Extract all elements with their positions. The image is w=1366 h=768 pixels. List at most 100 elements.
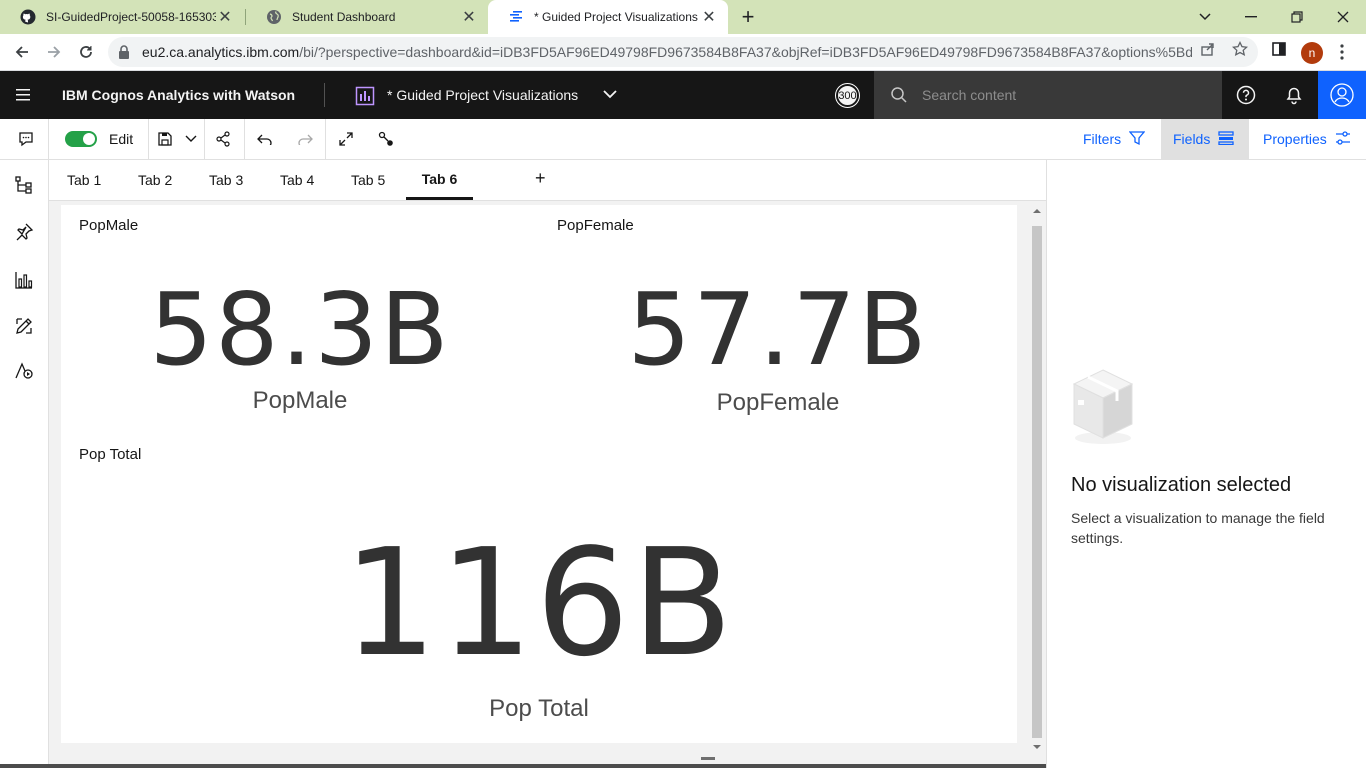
header-divider bbox=[324, 83, 325, 107]
url-field[interactable]: eu2.ca.analytics.ibm.com/bi/?perspective… bbox=[108, 37, 1258, 67]
reload-icon[interactable] bbox=[72, 38, 100, 66]
properties-label: Properties bbox=[1263, 131, 1327, 147]
fullscreen-icon[interactable] bbox=[336, 119, 356, 159]
no-visualization-title: No visualization selected bbox=[1071, 474, 1292, 496]
kpi-female-title: PopFemale bbox=[557, 217, 634, 234]
save-icon[interactable] bbox=[155, 119, 175, 159]
edit-toggle[interactable] bbox=[65, 131, 97, 147]
add-tab-icon[interactable]: + bbox=[535, 168, 546, 189]
widgets-icon[interactable] bbox=[12, 314, 36, 338]
filters-button[interactable]: Filters bbox=[1071, 119, 1157, 159]
browser-tab-title: * Guided Project Visualizations bbox=[534, 10, 698, 24]
tab-4[interactable]: Tab 4 bbox=[280, 160, 314, 200]
browser-tab-title: Student Dashboard bbox=[292, 10, 396, 24]
browser-tabstrip: SI-GuidedProject-50058-1653039 ✕ Student… bbox=[0, 0, 1366, 34]
new-tab-icon[interactable]: + bbox=[736, 4, 760, 29]
tab-6[interactable]: Tab 6 bbox=[406, 160, 473, 200]
toolbar-divider bbox=[204, 119, 205, 159]
tab-3[interactable]: Tab 3 bbox=[209, 160, 243, 200]
hamburger-menu-icon[interactable] bbox=[0, 71, 46, 119]
kpi-male-title: PopMale bbox=[79, 217, 139, 234]
search-bar bbox=[874, 71, 1222, 119]
tab-5[interactable]: Tab 5 bbox=[351, 160, 385, 200]
dashboard-icon bbox=[355, 86, 375, 106]
relationships-icon[interactable] bbox=[376, 119, 396, 159]
kpi-male-value[interactable]: 58.3B bbox=[61, 275, 539, 385]
url-text: eu2.ca.analytics.ibm.com/bi/?perspective… bbox=[142, 44, 1192, 60]
kpi-female-value[interactable]: 57.7B bbox=[539, 275, 1017, 385]
kpi-male-label: PopMale bbox=[252, 387, 348, 414]
share-page-icon[interactable] bbox=[1200, 41, 1216, 57]
resize-grip-icon[interactable] bbox=[701, 757, 715, 760]
bottom-resize-bar bbox=[49, 754, 1046, 762]
search-icon bbox=[890, 86, 908, 104]
share-icon[interactable] bbox=[213, 119, 233, 159]
fields-label: Fields bbox=[1173, 131, 1211, 147]
notifications-icon[interactable] bbox=[1270, 71, 1318, 119]
scrollbar-thumb[interactable] bbox=[1032, 226, 1042, 738]
fields-icon bbox=[1218, 130, 1235, 148]
filters-label: Filters bbox=[1083, 131, 1122, 147]
browser-tab-title: SI-GuidedProject-50058-1653039 bbox=[46, 10, 216, 24]
help-icon[interactable] bbox=[1222, 71, 1270, 119]
fields-panel bbox=[1046, 160, 1366, 768]
close-tab-icon[interactable]: ✕ bbox=[216, 8, 234, 26]
bookmark-star-icon[interactable] bbox=[1232, 41, 1248, 57]
undo-icon[interactable] bbox=[255, 119, 275, 159]
notification-count-badge[interactable]: 300 bbox=[835, 83, 860, 108]
comment-icon[interactable] bbox=[14, 119, 38, 159]
empty-box-icon bbox=[1070, 368, 1136, 448]
canvas-tabbar: Tab 1 Tab 2 Tab 3 Tab 4 Tab 5 Tab 6 + bbox=[49, 160, 1046, 201]
app-header: IBM Cognos Analytics with Watson * Guide… bbox=[0, 71, 1366, 119]
left-rail bbox=[0, 160, 49, 768]
filter-icon bbox=[1128, 130, 1146, 149]
close-window-icon[interactable] bbox=[1320, 0, 1366, 34]
no-visualization-description: Select a visualization to manage the fie… bbox=[1071, 510, 1325, 546]
dashboard-canvas: PopMale 58.3B PopMale PopFemale 57.7B Po… bbox=[61, 205, 1017, 743]
search-input[interactable] bbox=[922, 87, 1202, 103]
toolbar-divider bbox=[48, 119, 49, 159]
browser-tab-github[interactable]: SI-GuidedProject-50058-1653039 ✕ bbox=[0, 0, 244, 34]
data-sources-icon[interactable] bbox=[12, 173, 36, 197]
github-icon bbox=[20, 9, 36, 25]
dashboard-title[interactable]: * Guided Project Visualizations bbox=[387, 87, 578, 103]
dashboard-toolbar: Edit Filters Fields Properties bbox=[0, 119, 1366, 160]
kpi-total-title: Pop Total bbox=[79, 446, 142, 463]
restore-icon[interactable] bbox=[1274, 0, 1320, 34]
kpi-female-label: PopFemale bbox=[716, 389, 840, 416]
pin-icon[interactable] bbox=[12, 220, 36, 244]
user-avatar-icon[interactable] bbox=[1318, 71, 1366, 119]
toolbar-divider bbox=[244, 119, 245, 159]
properties-button[interactable]: Properties bbox=[1251, 119, 1363, 159]
lock-icon bbox=[118, 45, 132, 59]
address-bar: eu2.ca.analytics.ibm.com/bi/?perspective… bbox=[0, 34, 1366, 71]
browser-tab-visualizations[interactable]: * Guided Project Visualizations ✕ bbox=[488, 0, 728, 34]
globe-icon bbox=[266, 9, 282, 25]
visualizations-icon[interactable] bbox=[12, 268, 36, 292]
tab-2[interactable]: Tab 2 bbox=[138, 160, 172, 200]
kpi-total-value[interactable]: 116B bbox=[61, 523, 1017, 683]
minimize-icon[interactable] bbox=[1228, 0, 1274, 34]
redo-icon[interactable] bbox=[295, 119, 315, 159]
chevron-down-icon[interactable] bbox=[600, 84, 620, 104]
browser-tab-student-dashboard[interactable]: Student Dashboard ✕ bbox=[246, 0, 488, 34]
side-panel-icon[interactable] bbox=[1271, 41, 1287, 57]
tab-search-chevron-icon[interactable] bbox=[1182, 0, 1228, 34]
toolbar-divider bbox=[325, 119, 326, 159]
profile-avatar[interactable]: n bbox=[1301, 42, 1323, 64]
toolbar-divider bbox=[148, 119, 149, 159]
cognos-icon bbox=[508, 9, 524, 25]
close-tab-icon[interactable]: ✕ bbox=[460, 8, 478, 26]
tab-1[interactable]: Tab 1 bbox=[67, 160, 101, 200]
save-options-chevron-icon[interactable] bbox=[182, 119, 200, 159]
back-icon[interactable] bbox=[8, 38, 36, 66]
browser-menu-icon[interactable] bbox=[1334, 44, 1350, 60]
kpi-total-label: Pop Total bbox=[489, 695, 589, 722]
edit-label: Edit bbox=[109, 131, 134, 147]
sliders-icon bbox=[1335, 130, 1351, 148]
forward-icon[interactable] bbox=[40, 38, 68, 66]
fields-button[interactable]: Fields bbox=[1161, 119, 1249, 159]
close-tab-icon[interactable]: ✕ bbox=[700, 8, 718, 26]
product-name: IBM Cognos Analytics with Watson bbox=[62, 87, 296, 103]
assistant-icon[interactable] bbox=[12, 359, 36, 383]
